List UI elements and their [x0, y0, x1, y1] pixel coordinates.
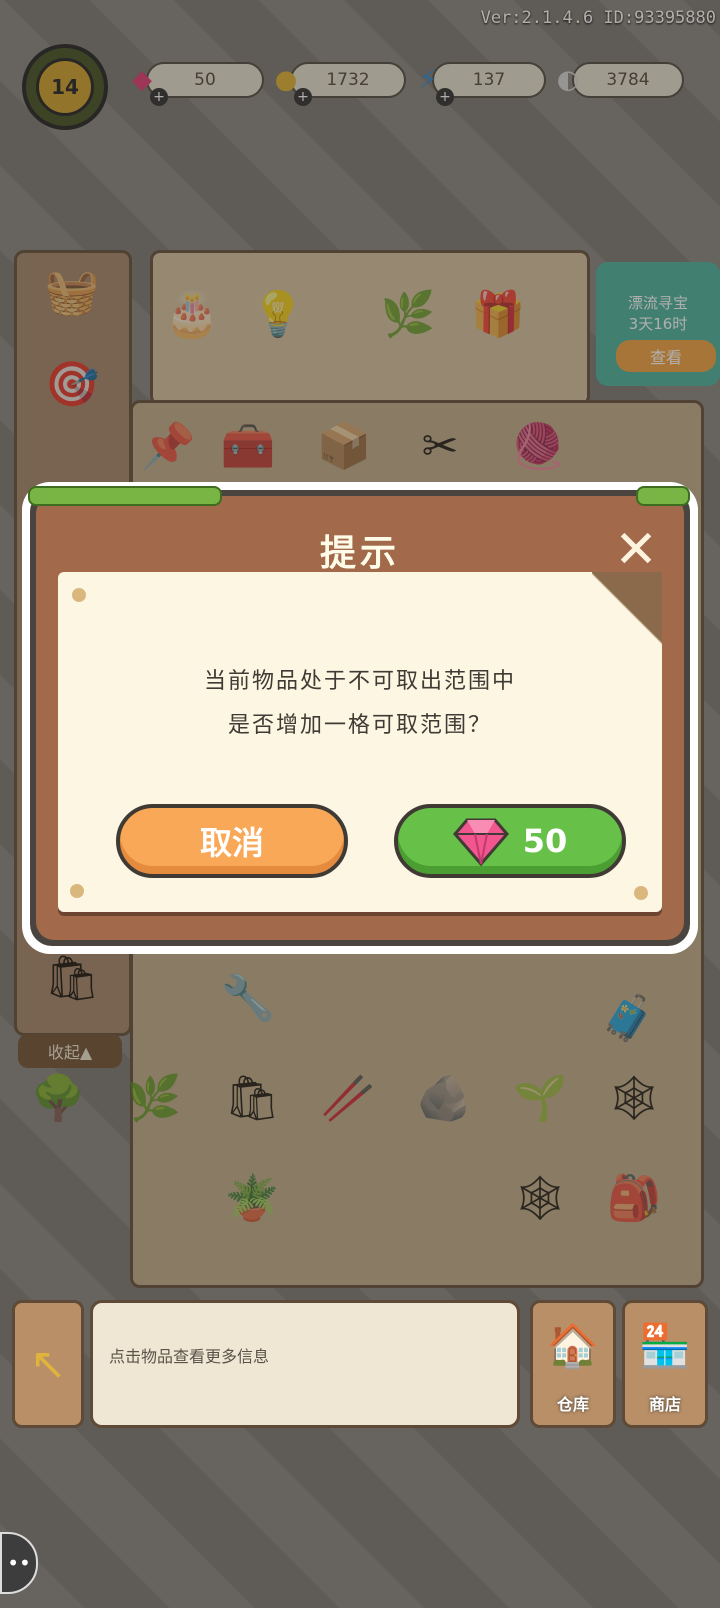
- gem-cost: 50: [522, 822, 568, 860]
- dialog-message-line2: 是否增加一格可取范围？: [227, 713, 492, 738]
- cancel-button[interactable]: 取消: [116, 804, 348, 878]
- hint-dialog-body: 提示 ✕ 当前物品处于不可取出范围中 是否增加一格可取范围？ 取消 50: [28, 486, 690, 940]
- shop-button[interactable]: 🏪 商店: [622, 1300, 708, 1428]
- shop-label: 商店: [648, 1395, 681, 1414]
- paper-pin: [70, 884, 84, 898]
- dialog-title: 提示: [319, 533, 400, 574]
- gem-icon: [452, 818, 509, 866]
- paper-pin: [72, 588, 86, 602]
- hint-dialog: 提示 ✕ 当前物品处于不可取出范围中 是否增加一格可取范围？ 取消 50: [22, 482, 698, 954]
- dialog-message: 当前物品处于不可取出范围中 是否增加一格可取范围？: [58, 660, 662, 748]
- buy-with-gems-button[interactable]: 50: [394, 804, 626, 878]
- close-icon[interactable]: ✕: [610, 524, 662, 578]
- dialog-message-line1: 当前物品处于不可取出范围中: [203, 669, 516, 694]
- item-info-text: 点击物品查看更多信息: [109, 1347, 270, 1366]
- hint-dialog-frame: 提示 ✕ 当前物品处于不可取出范围中 是否增加一格可取范围？ 取消 50: [28, 486, 690, 946]
- paper-pin: [634, 886, 648, 900]
- vine-decoration: [636, 486, 690, 506]
- warehouse-label: 仓库: [556, 1395, 589, 1414]
- paper-fold: [592, 572, 662, 648]
- item-info-box: 点击物品查看更多信息: [90, 1300, 520, 1428]
- cancel-label: 取消: [199, 824, 264, 862]
- back-arrow-icon[interactable]: ↖: [12, 1300, 84, 1428]
- warehouse-button[interactable]: 🏠 仓库: [530, 1300, 616, 1428]
- warehouse-icon: 🏠: [546, 1321, 600, 1370]
- shop-icon: 🏪: [638, 1321, 692, 1370]
- vine-decoration: [28, 486, 222, 506]
- bottom-bar: ↖ 点击物品查看更多信息 🏠 仓库 🏪 商店: [12, 1298, 708, 1430]
- dialog-paper: 当前物品处于不可取出范围中 是否增加一格可取范围？ 取消 50: [58, 572, 662, 912]
